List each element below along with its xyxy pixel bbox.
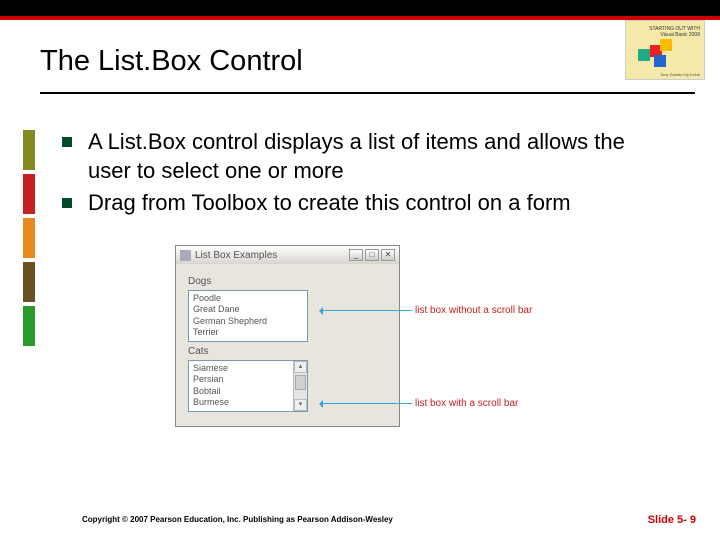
list-item[interactable]: Siamese [193,363,289,374]
scroll-up-icon[interactable]: ▴ [294,361,307,373]
list-item[interactable]: Persian [193,374,289,385]
scrollbar[interactable]: ▴ ▾ [293,361,307,411]
logo-text-3: 2008 [689,32,700,38]
bullet-icon [62,198,72,208]
bullet-text: A List.Box control displays a list of it… [88,128,672,185]
window-title: List Box Examples [195,250,349,261]
scroll-thumb[interactable] [295,375,306,390]
slide-number: Slide 5- 9 [648,514,696,526]
titlebar: List Box Examples _ □ ✕ [176,246,399,264]
list-item[interactable]: Terrier [193,327,303,338]
arrow-icon [320,310,412,311]
logo-footer: Tony Gaddis Kip Irvine [660,72,700,77]
book-logo: STARTING OUT WITH Visual Basic 2008 Tony… [625,20,705,80]
top-black-bar [0,0,720,16]
list-item[interactable]: Great Dane [193,304,303,315]
left-color-stripes [23,130,35,350]
slide-title: The List.Box Control [40,45,303,78]
copyright-text: Copyright © 2007 Pearson Education, Inc.… [82,515,393,524]
list-item[interactable]: Poodle [193,293,303,304]
list-item[interactable]: German Shepherd [193,316,303,327]
example-window: List Box Examples _ □ ✕ Dogs Poodle Grea… [175,245,400,427]
bullet-list: A List.Box control displays a list of it… [62,128,672,222]
close-button[interactable]: ✕ [381,249,395,261]
dogs-listbox[interactable]: Poodle Great Dane German Shepherd Terrie… [188,290,308,342]
red-accent-bar [0,16,720,20]
dogs-label: Dogs [188,276,387,287]
list-item[interactable]: Burmese [193,397,289,408]
logo-text-2: Visual Basic [660,32,687,38]
cats-label: Cats [188,346,387,357]
arrow-icon [320,403,412,404]
annotation-no-scrollbar: list box without a scroll bar [415,305,532,316]
list-item: A List.Box control displays a list of it… [62,128,672,185]
list-item: Drag from Toolbox to create this control… [62,189,672,218]
title-underline [40,92,695,94]
cats-listbox[interactable]: Siamese Persian Bobtail Burmese ▴ ▾ [188,360,308,412]
app-icon [180,250,191,261]
list-item[interactable]: Bobtail [193,386,289,397]
maximize-button[interactable]: □ [365,249,379,261]
bullet-text: Drag from Toolbox to create this control… [88,189,571,218]
minimize-button[interactable]: _ [349,249,363,261]
annotation-with-scrollbar: list box with a scroll bar [415,398,518,409]
scroll-track[interactable] [294,373,307,399]
bullet-icon [62,137,72,147]
scroll-down-icon[interactable]: ▾ [294,399,307,411]
